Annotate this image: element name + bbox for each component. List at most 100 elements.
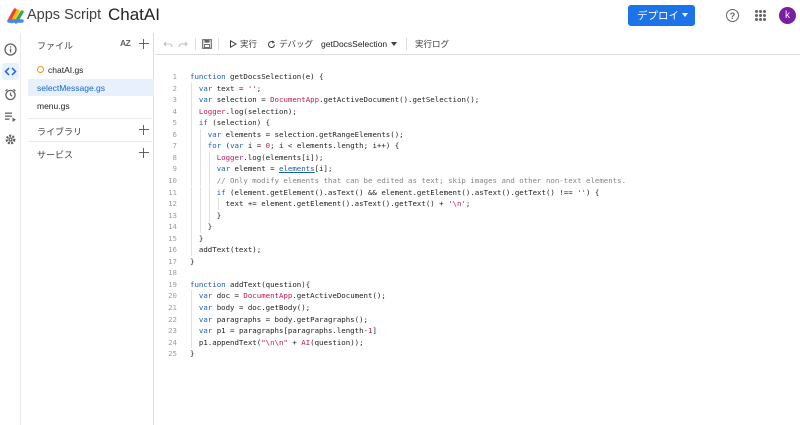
indent-guide bbox=[191, 117, 192, 129]
indent-guide bbox=[199, 128, 201, 141]
services-section[interactable]: サービス bbox=[28, 141, 154, 163]
execution-log-button[interactable]: 実行ログ bbox=[415, 37, 449, 51]
indent-guide bbox=[199, 163, 201, 175]
add-service-icon[interactable] bbox=[139, 148, 149, 158]
code-line: 21 var body = doc.getBody(); bbox=[155, 302, 800, 314]
save-icon[interactable] bbox=[202, 37, 212, 51]
line-number: 14 bbox=[168, 222, 177, 232]
files-title: ファイル bbox=[37, 41, 74, 51]
indent-guide bbox=[191, 221, 192, 233]
code-line: 10 // Only modify elements that can be ed… bbox=[155, 174, 800, 187]
code-text: function getDocsSelection(e) { bbox=[190, 72, 324, 81]
indent-guide bbox=[191, 232, 192, 245]
code-text: } bbox=[198, 233, 204, 243]
info-icon[interactable] bbox=[2, 41, 19, 58]
code-line: 8 Logger.log(elements[i]); bbox=[155, 151, 800, 164]
line-number: 1 bbox=[172, 72, 177, 81]
code-text: } bbox=[207, 222, 213, 232]
line-number: 4 bbox=[172, 106, 177, 116]
libraries-label: ライブラリ bbox=[37, 127, 83, 137]
code-line: 20 var doc = DocumentApp.getActiveDocumen… bbox=[155, 290, 800, 302]
code-text: for (var i = 0; i < elements.length; i++… bbox=[207, 141, 400, 151]
indent-guide bbox=[191, 128, 192, 141]
file-item-chatai[interactable]: chatAI.gs bbox=[28, 61, 154, 78]
indent-guide bbox=[191, 94, 192, 106]
debug-button[interactable]: デバッグ bbox=[267, 37, 313, 51]
function-name: getDocsSelection bbox=[321, 39, 388, 49]
indent-guide bbox=[191, 209, 192, 222]
code-text: Logger.log(elements[i]); bbox=[216, 152, 324, 162]
indent-guide bbox=[191, 290, 192, 302]
app-name: Apps Script bbox=[27, 7, 102, 23]
line-number: 25 bbox=[168, 349, 177, 359]
line-number: 15 bbox=[168, 233, 177, 243]
line-number: 13 bbox=[168, 210, 177, 220]
code-text: var doc = DocumentApp.getActiveDocument(… bbox=[198, 291, 386, 301]
code-line: 22 var paragraphs = body.getParagraphs(); bbox=[155, 313, 800, 326]
indent-guide bbox=[199, 140, 201, 152]
deploy-button[interactable]: デプロイ bbox=[628, 5, 695, 26]
help-icon[interactable]: ? bbox=[726, 9, 739, 22]
line-number: 21 bbox=[168, 303, 177, 312]
code-text: Logger.log(selection); bbox=[198, 106, 297, 116]
debug-icon bbox=[268, 39, 275, 48]
code-text: var element = elements[i]; bbox=[216, 164, 333, 174]
alarm-icon[interactable] bbox=[2, 86, 19, 103]
indent-guide bbox=[208, 186, 210, 198]
warning-icon bbox=[37, 66, 44, 73]
indent-guide bbox=[191, 244, 192, 256]
line-number: 16 bbox=[168, 245, 177, 255]
run-label: 実行 bbox=[240, 39, 258, 49]
sort-az-icon[interactable]: AZ bbox=[120, 38, 131, 48]
line-number: 11 bbox=[168, 187, 177, 197]
indent-guide bbox=[191, 198, 192, 210]
indent-guide bbox=[208, 151, 210, 164]
indent-guide bbox=[191, 151, 192, 164]
indent-guide bbox=[191, 186, 192, 198]
line-number: 8 bbox=[172, 152, 177, 162]
file-item-selectmessage[interactable]: selectMessage.gs bbox=[28, 79, 154, 96]
line-number: 23 bbox=[168, 326, 177, 336]
indent-guide bbox=[191, 82, 192, 95]
line-number: 10 bbox=[168, 175, 177, 185]
add-library-icon[interactable] bbox=[139, 125, 149, 135]
indent-guide bbox=[191, 302, 192, 314]
code-line: 15} bbox=[155, 232, 800, 245]
code-line: 2 var text = ''; bbox=[155, 82, 800, 95]
indent-guide bbox=[199, 209, 201, 222]
code-text: var text = ''; bbox=[198, 83, 262, 93]
code-text: } bbox=[216, 210, 222, 220]
redo-icon[interactable] bbox=[178, 37, 188, 51]
code-line: 7 for (var i = 0; i < elements.length; i+… bbox=[155, 140, 800, 152]
file-item-menu[interactable]: menu.gs bbox=[28, 97, 154, 114]
code-text: var elements = selection.getRangeElement… bbox=[207, 129, 404, 139]
code-line: 13} bbox=[155, 209, 800, 222]
function-selector[interactable]: getDocsSelection bbox=[321, 37, 398, 51]
toolbar-divider bbox=[195, 38, 196, 50]
code-text: if (selection) { bbox=[198, 118, 271, 128]
add-file-icon[interactable] bbox=[139, 39, 149, 49]
line-number: 20 bbox=[168, 291, 177, 301]
code-line: 16 addText(text); bbox=[155, 244, 800, 256]
avatar[interactable]: k bbox=[779, 7, 796, 24]
files-header: ファイル AZ bbox=[28, 33, 154, 55]
indent-guide bbox=[191, 336, 192, 349]
apps-grid-icon[interactable] bbox=[755, 10, 766, 21]
project-title[interactable]: ChatAI bbox=[108, 5, 160, 25]
executions-icon[interactable] bbox=[2, 108, 19, 125]
code-editor[interactable]: 1 function getDocsSelection(e) {2 var text… bbox=[155, 56, 800, 425]
libraries-section[interactable]: ライブラリ bbox=[28, 118, 154, 140]
indent-guide bbox=[199, 221, 201, 233]
code-line: 4 Logger.log(selection); bbox=[155, 105, 800, 118]
indent-guide bbox=[217, 198, 219, 210]
code-line: 25} bbox=[155, 348, 800, 360]
apps-script-logo[interactable] bbox=[6, 6, 26, 26]
line-number: 6 bbox=[172, 129, 177, 139]
code-line: 12 text += element.getElement().asText().… bbox=[155, 198, 800, 210]
code-icon[interactable] bbox=[2, 63, 19, 80]
settings-icon[interactable] bbox=[2, 131, 19, 148]
code-text: function addText(question){ bbox=[190, 279, 311, 289]
deploy-label: デプロイ bbox=[637, 10, 679, 22]
undo-icon[interactable] bbox=[163, 37, 173, 51]
run-button[interactable]: 実行 bbox=[229, 37, 257, 51]
